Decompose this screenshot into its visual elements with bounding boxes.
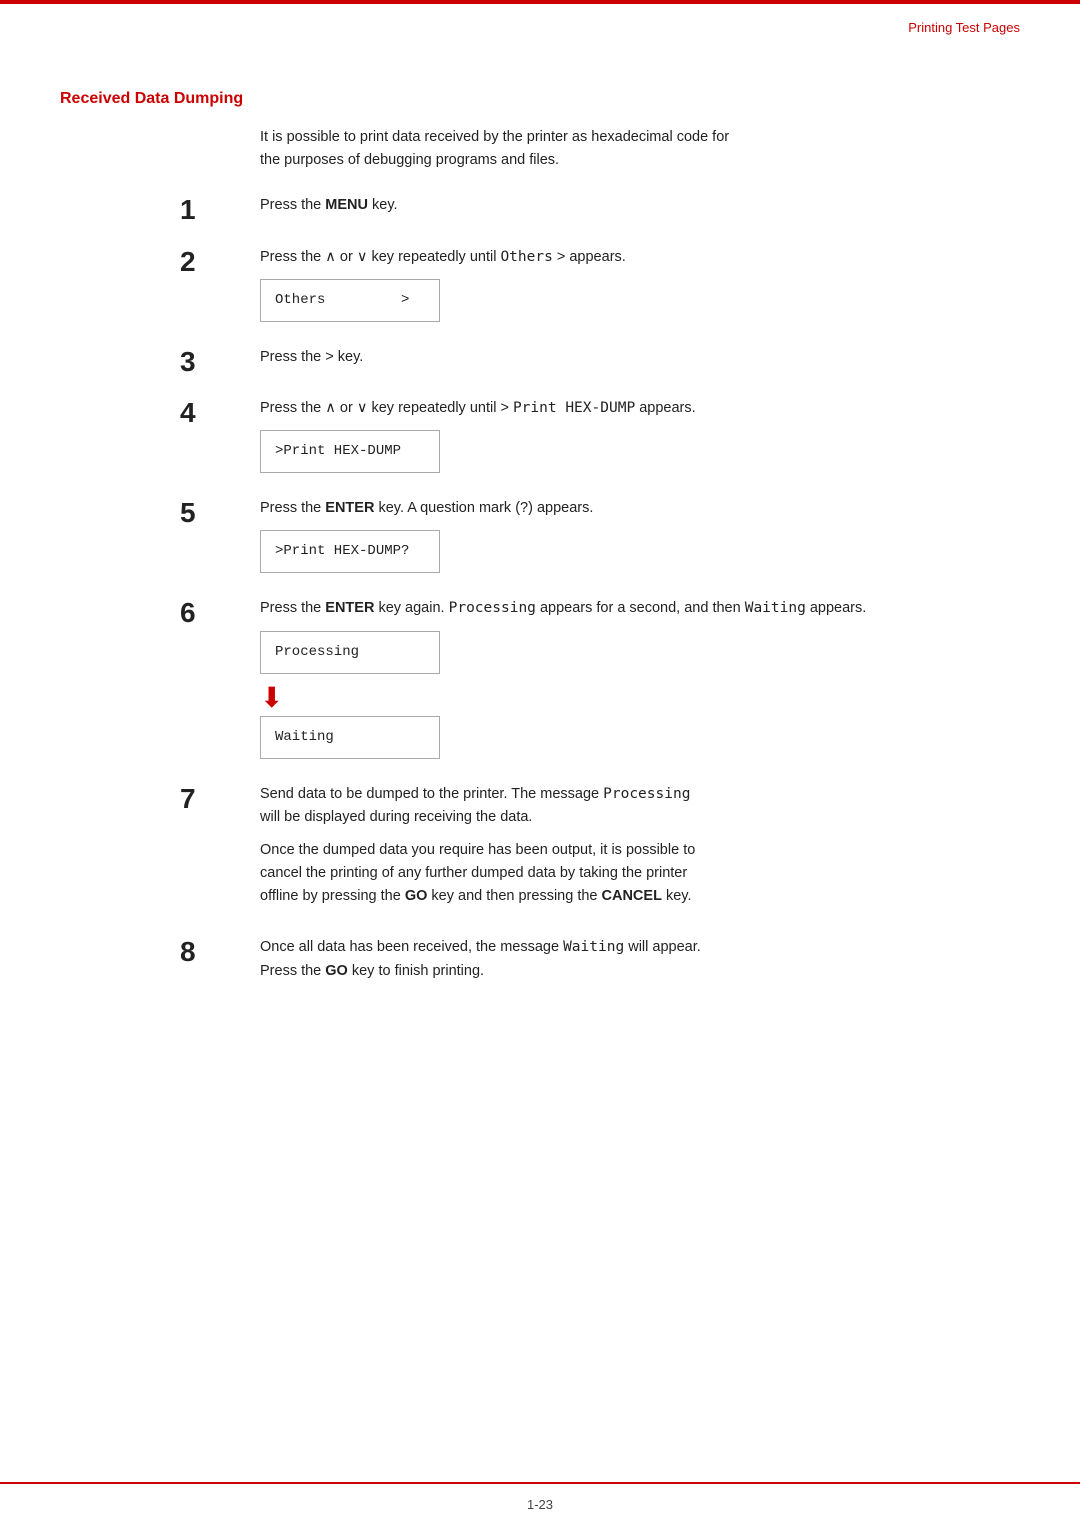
step-7: 7 Send data to be dumped to the printer.… xyxy=(180,783,1020,919)
step-4-display-box: >Print HEX-DUMP xyxy=(260,430,440,473)
step-6-processing-box: Processing xyxy=(260,631,440,674)
step-2: 2 Press the ∧ or ∨ key repeatedly until … xyxy=(180,246,1020,328)
step-7-extra-text: Once the dumped data you require has bee… xyxy=(260,839,1020,909)
step-4-text: Press the ∧ or ∨ key repeatedly until > … xyxy=(260,397,1020,420)
step-number-7: 7 xyxy=(180,783,260,813)
step-4-content: Press the ∧ or ∨ key repeatedly until > … xyxy=(260,397,1020,479)
step-number-2: 2 xyxy=(180,246,260,276)
step-1: 1 Press the MENU key. xyxy=(180,194,1020,227)
step-5-text: Press the ENTER key. A question mark (?)… xyxy=(260,497,1020,520)
step-6-content: Press the ENTER key again. Processing ap… xyxy=(260,597,1020,764)
main-content: Received Data Dumping It is possible to … xyxy=(60,60,1020,1011)
step-6-boxes: Processing ⬇ Waiting xyxy=(260,631,1020,765)
step-2-display-box: Others > xyxy=(260,279,440,322)
step-6-arrow: ⬇ xyxy=(260,684,283,712)
step-number-4: 4 xyxy=(180,397,260,427)
step-6-text: Press the ENTER key again. Processing ap… xyxy=(260,597,1020,620)
step-8: 8 Once all data has been received, the m… xyxy=(180,936,1020,992)
step-8-content: Once all data has been received, the mes… xyxy=(260,936,1020,992)
step-1-text: Press the MENU key. xyxy=(260,194,1020,217)
header-section-label: Printing Test Pages xyxy=(908,20,1020,35)
step-number-5: 5 xyxy=(180,497,260,527)
section-title: Received Data Dumping xyxy=(60,90,1020,108)
step-number-6: 6 xyxy=(180,597,260,627)
intro-text: It is possible to print data received by… xyxy=(260,126,1020,172)
bottom-border-line xyxy=(0,1482,1080,1484)
step-6: 6 Press the ENTER key again. Processing … xyxy=(180,597,1020,764)
step-5: 5 Press the ENTER key. A question mark (… xyxy=(180,497,1020,579)
step-3: 3 Press the > key. xyxy=(180,346,1020,379)
step-6-waiting-box: Waiting xyxy=(260,716,440,759)
step-number-3: 3 xyxy=(180,346,260,376)
step-5-content: Press the ENTER key. A question mark (?)… xyxy=(260,497,1020,579)
step-8-text: Once all data has been received, the mes… xyxy=(260,936,1020,982)
step-1-content: Press the MENU key. xyxy=(260,194,1020,227)
step-3-text: Press the > key. xyxy=(260,346,1020,369)
step-3-content: Press the > key. xyxy=(260,346,1020,379)
step-number-8: 8 xyxy=(180,936,260,966)
page-number: 1-23 xyxy=(527,1497,553,1512)
step-2-text: Press the ∧ or ∨ key repeatedly until Ot… xyxy=(260,246,1020,269)
step-4: 4 Press the ∧ or ∨ key repeatedly until … xyxy=(180,397,1020,479)
step-7-text: Send data to be dumped to the printer. T… xyxy=(260,783,1020,829)
step-number-1: 1 xyxy=(180,194,260,224)
step-2-content: Press the ∧ or ∨ key repeatedly until Ot… xyxy=(260,246,1020,328)
step-5-display-box: >Print HEX-DUMP? xyxy=(260,530,440,573)
top-border-line xyxy=(0,0,1080,4)
step-7-content: Send data to be dumped to the printer. T… xyxy=(260,783,1020,919)
